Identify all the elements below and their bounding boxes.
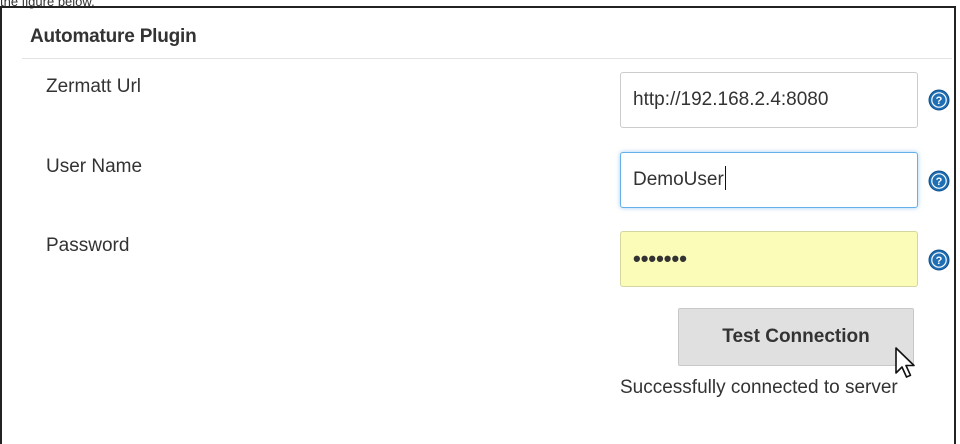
password-input[interactable]: •••••••: [620, 231, 918, 287]
user-name-input[interactable]: DemoUser: [620, 152, 918, 208]
password-label: Password: [46, 235, 130, 256]
zermatt-url-input[interactable]: http://192.168.2.4:8080: [620, 72, 918, 128]
help-icon[interactable]: ?: [928, 249, 950, 271]
zermatt-url-value: http://192.168.2.4:8080: [633, 89, 829, 110]
svg-text:?: ?: [936, 95, 943, 107]
mouse-pointer-icon: [895, 347, 915, 378]
connection-status-message: Successfully connected to server: [620, 377, 898, 398]
user-name-value: DemoUser: [633, 169, 724, 190]
help-icon[interactable]: ?: [928, 170, 950, 192]
test-connection-button[interactable]: Test Connection: [678, 308, 914, 366]
svg-text:?: ?: [936, 255, 943, 267]
user-name-label: User Name: [46, 156, 143, 177]
svg-text:?: ?: [936, 176, 943, 188]
section-divider: [22, 58, 952, 59]
section-title: Automature Plugin: [30, 26, 197, 47]
text-caret: [724, 165, 726, 190]
help-icon[interactable]: ?: [928, 89, 950, 111]
zermatt-url-label: Zermatt Url: [46, 76, 141, 97]
password-value: •••••••: [633, 246, 687, 271]
page: the figure below. Automature Plugin Zerm…: [0, 0, 960, 444]
